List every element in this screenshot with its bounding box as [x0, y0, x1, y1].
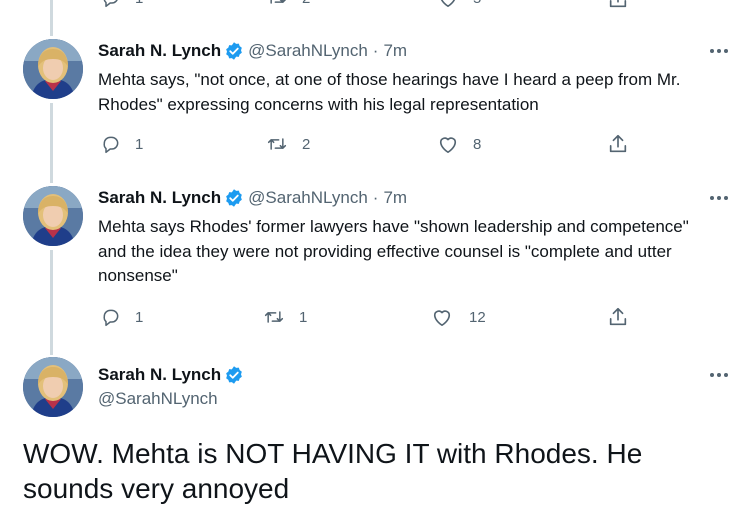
author-handle[interactable]: @SarahNLynch — [248, 40, 368, 62]
reply-count: 1 — [135, 135, 144, 153]
thread-line — [50, 103, 53, 183]
separator: · — [372, 41, 379, 60]
reply-button[interactable]: 1 — [101, 0, 143, 8]
share-icon — [609, 0, 627, 8]
reply-icon — [103, 0, 118, 8]
share-icon — [609, 134, 627, 153]
thread-line — [50, 250, 53, 355]
more-button[interactable] — [708, 187, 730, 209]
retweet-icon — [267, 138, 287, 150]
share-icon — [609, 307, 627, 326]
retweet-count: 2 — [302, 135, 311, 153]
reply-button[interactable]: 1 — [101, 307, 143, 327]
like-button[interactable]: 5 — [437, 0, 481, 8]
avatar-image — [23, 186, 83, 246]
tweet-text: Mehta says, "not once, at one of those h… — [98, 70, 681, 114]
retweet-button[interactable]: 2 — [266, 134, 310, 154]
verified-badge-icon — [226, 366, 242, 384]
retweet-icon — [270, 0, 287, 4]
more-button[interactable] — [708, 364, 730, 386]
separator: · — [372, 188, 379, 207]
like-button[interactable]: 8 — [437, 134, 481, 154]
retweet-button[interactable]: 1 — [263, 307, 307, 327]
reply-count: 1 — [135, 308, 144, 326]
share-button[interactable] — [607, 133, 629, 155]
avatar[interactable] — [23, 186, 83, 246]
reply-icon — [103, 309, 119, 327]
timestamp[interactable]: 7m — [383, 187, 407, 209]
author-handle[interactable]: @SarahNLynch — [248, 187, 368, 209]
author-name[interactable]: Sarah N. Lynch — [98, 364, 221, 386]
avatar-image — [23, 357, 83, 417]
verified-badge-icon — [226, 42, 242, 60]
tweet-header: Sarah N. Lynch — [98, 364, 248, 386]
more-button[interactable] — [708, 40, 730, 62]
more-icon — [710, 49, 728, 53]
more-icon — [710, 196, 728, 200]
retweet-button[interactable]: 2 — [266, 0, 310, 8]
retweet-icon — [264, 311, 284, 323]
verified-badge-icon — [226, 189, 242, 207]
like-count: 8 — [473, 135, 482, 153]
avatar-image — [23, 39, 83, 99]
share-button[interactable] — [607, 306, 629, 328]
author-handle[interactable]: @SarahNLynch — [98, 389, 218, 409]
retweet-count: 2 — [302, 0, 310, 7]
tweet-header: Sarah N. Lynch @SarahNLynch · 7m — [98, 187, 407, 209]
like-button[interactable]: 12 — [431, 307, 486, 327]
author-name[interactable]: Sarah N. Lynch — [98, 187, 221, 209]
avatar[interactable] — [23, 357, 83, 417]
like-count: 12 — [469, 308, 486, 326]
timestamp[interactable]: 7m — [383, 40, 407, 62]
like-icon — [439, 137, 457, 153]
tweet-text: Mehta says Rhodes' former lawyers have "… — [98, 217, 689, 285]
like-icon — [433, 310, 451, 326]
reply-icon — [103, 136, 119, 154]
like-icon — [440, 0, 456, 7]
more-icon — [710, 373, 728, 377]
like-count: 5 — [473, 0, 481, 7]
retweet-count: 1 — [299, 308, 308, 326]
share-button[interactable] — [607, 0, 629, 8]
author-name[interactable]: Sarah N. Lynch — [98, 40, 221, 62]
tweet-header: Sarah N. Lynch @SarahNLynch · 7m — [98, 40, 407, 62]
partial-action-bar: 1 2 5 — [0, 0, 753, 8]
avatar[interactable] — [23, 39, 83, 99]
tweet-text: WOW. Mehta is NOT HAVING IT with Rhodes.… — [23, 438, 643, 504]
reply-button[interactable]: 1 — [101, 134, 143, 154]
reply-count: 1 — [135, 0, 143, 7]
